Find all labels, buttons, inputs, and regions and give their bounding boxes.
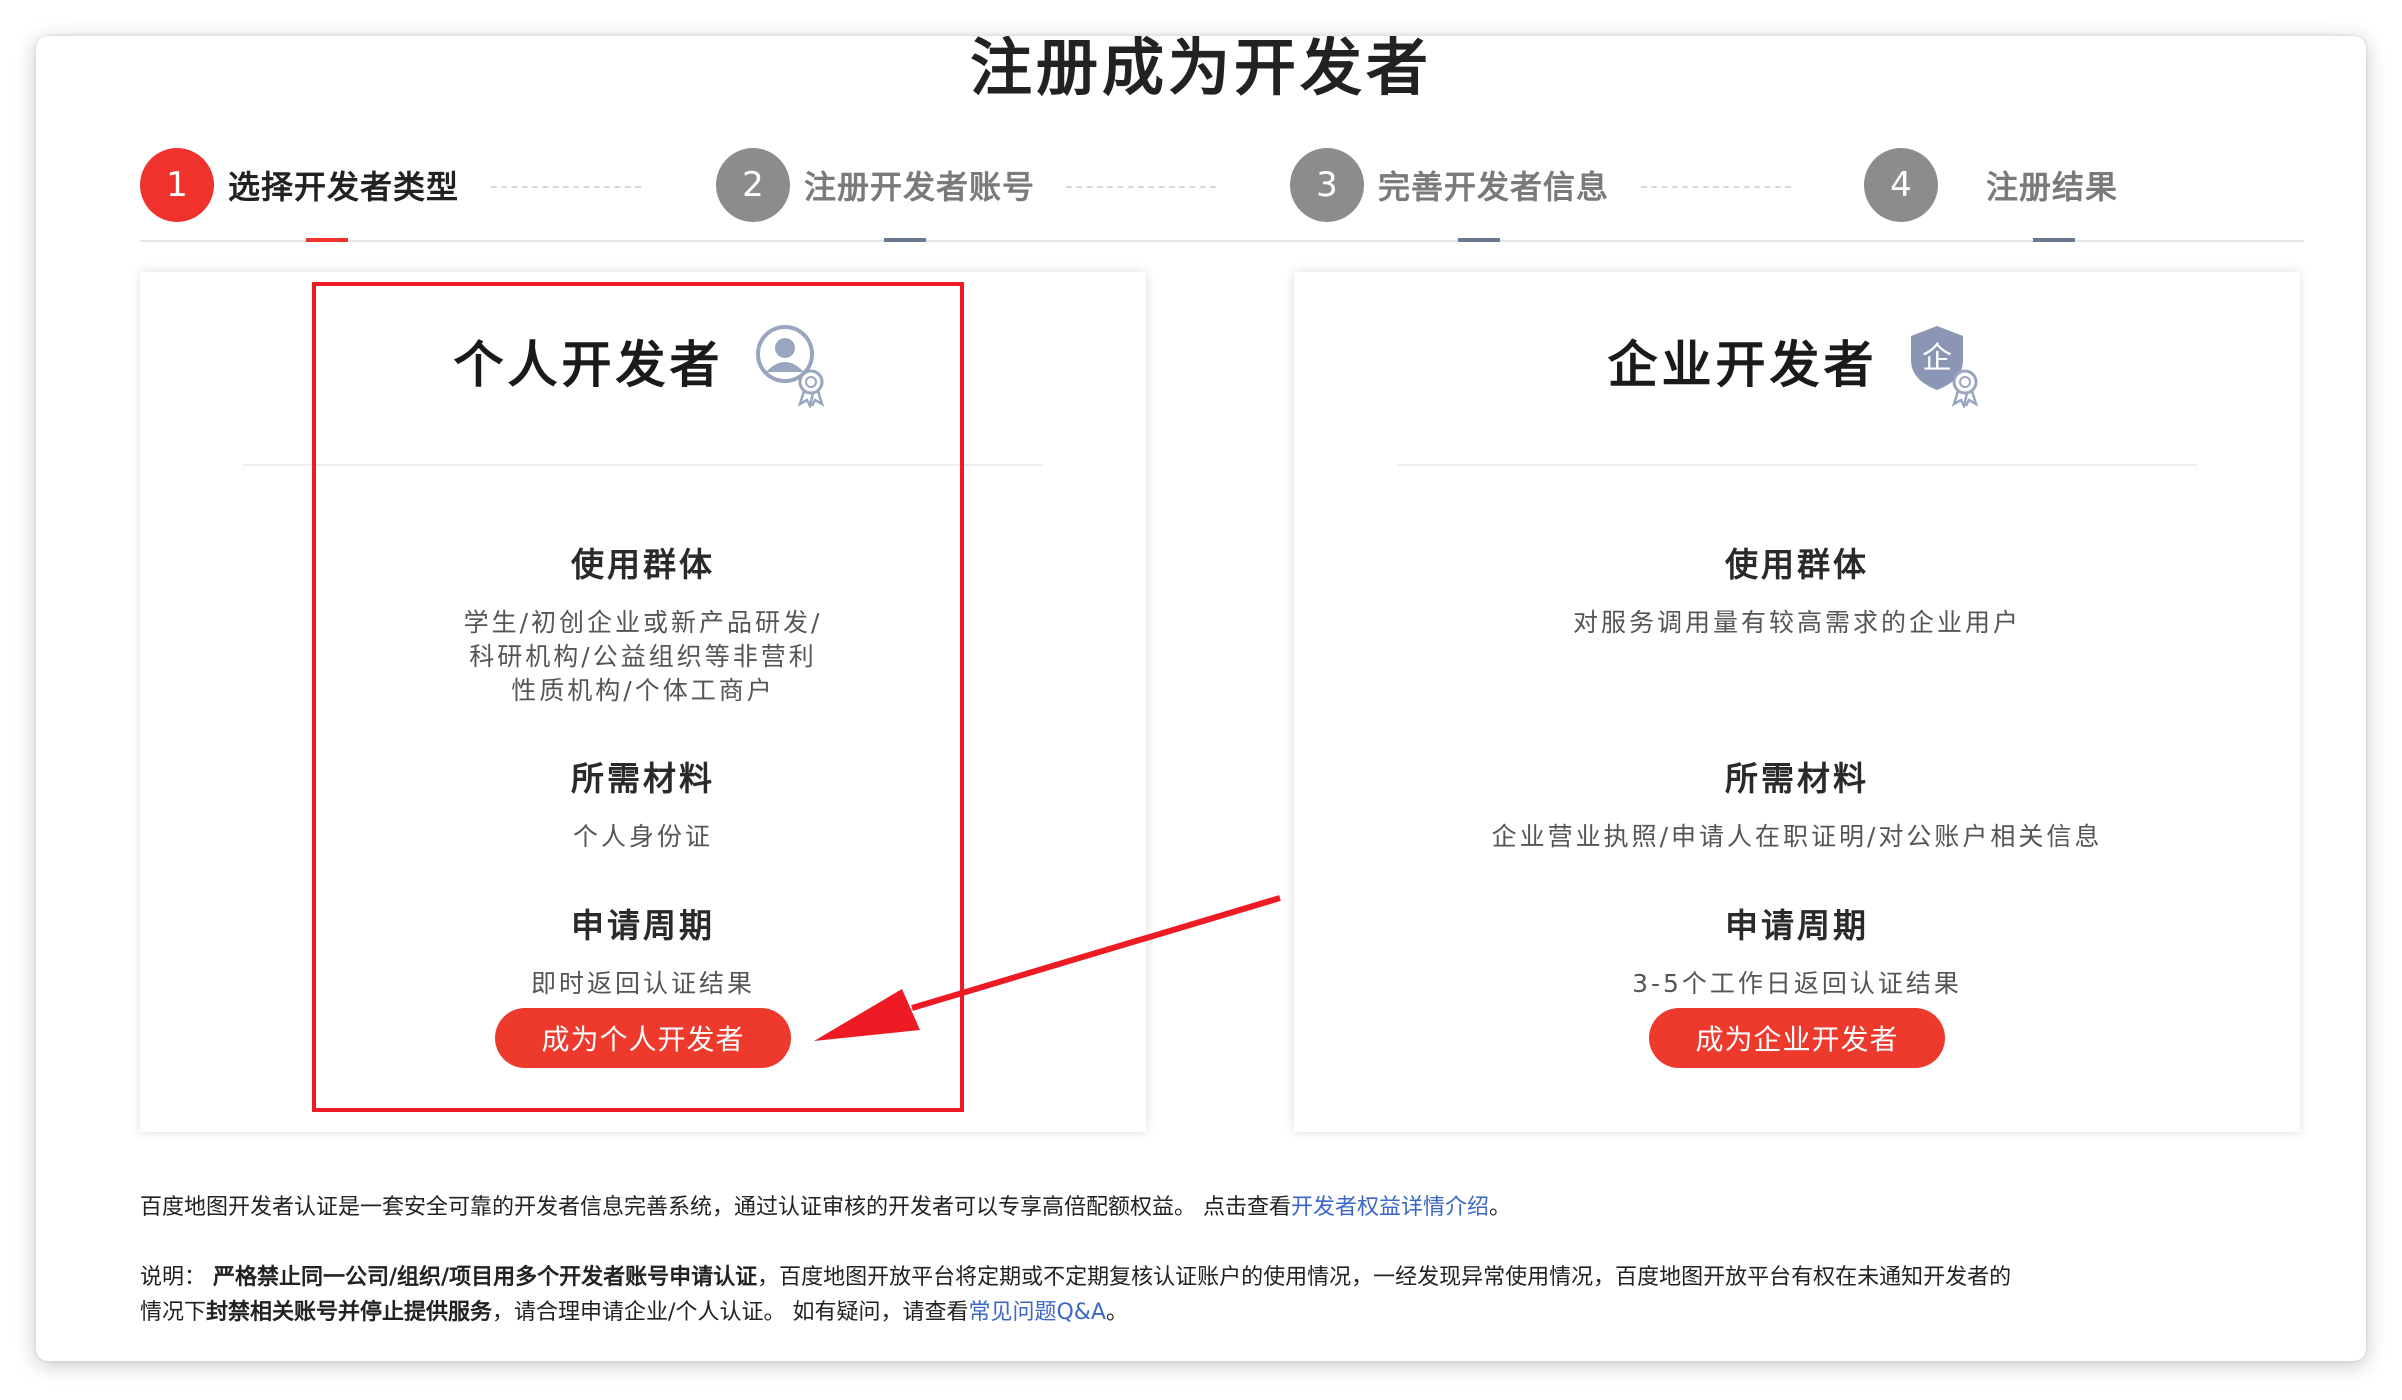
step-connector xyxy=(1066,186,1216,188)
become-personal-developer-button[interactable]: 成为个人开发者 xyxy=(495,1008,791,1068)
section-heading: 所需材料 xyxy=(1725,759,1869,798)
benefits-detail-link[interactable]: 开发者权益详情介绍 xyxy=(1291,1195,1489,1220)
section-heading: 申请周期 xyxy=(1725,906,1869,945)
enterprise-developer-card: 企业开发者 企 使用群体 对服务调用量有较高需求的企业用户 所需材料 企业营业执… xyxy=(1294,272,2300,1132)
section-heading: 申请周期 xyxy=(571,906,715,945)
page-title: 注册成为开发者 xyxy=(969,36,1432,104)
step-3-indicator xyxy=(1458,238,1500,242)
note-text: 情况下 xyxy=(140,1300,207,1325)
step-4: 4 注册结果 xyxy=(1864,148,2118,222)
personal-period-section: 申请周期 即时返回认证结果 xyxy=(140,899,1146,1001)
section-heading: 所需材料 xyxy=(571,759,715,798)
step-1-number: 1 xyxy=(140,148,214,222)
personal-audience-section: 使用群体 学生/初创企业或新产品研发/ 科研机构/公益组织等非营利 性质机构/个… xyxy=(140,538,1146,708)
note-label: 说明： xyxy=(140,1265,207,1290)
note-bold-text: 封禁相关账号并停止提供服务 xyxy=(206,1300,493,1325)
enterprise-shield-icon: 企 xyxy=(1907,322,1987,410)
section-line: 学生/初创企业或新产品研发/ xyxy=(463,608,823,637)
card-divider xyxy=(243,464,1043,466)
footer-intro-end: 。 xyxy=(1489,1195,1512,1220)
become-enterprise-developer-button[interactable]: 成为企业开发者 xyxy=(1649,1008,1945,1068)
note-text: ，百度地图开放平台将定期或不定期复核认证账户的使用情况，一经发现异常使用情况，百… xyxy=(757,1265,2012,1290)
section-line: 企业营业执照/申请人在职证明/对公账户相关信息 xyxy=(1491,822,2103,851)
browser-window: 注册成为开发者 1 选择开发者类型 2 注册开发者账号 3 完善开发者信息 4 … xyxy=(36,36,2366,1361)
footer-intro: 百度地图开发者认证是一套安全可靠的开发者信息完善系统，通过认证审核的开发者可以专… xyxy=(140,1190,1511,1226)
note-bold-text: 严格禁止同一公司/组织/项目用多个开发者账号申请认证 xyxy=(213,1265,758,1290)
step-1-indicator xyxy=(306,238,348,242)
step-2-indicator xyxy=(884,238,926,242)
enterprise-card-header: 企业开发者 企 xyxy=(1294,320,2300,410)
enterprise-materials-section: 所需材料 企业营业执照/申请人在职证明/对公账户相关信息 xyxy=(1294,752,2300,854)
section-line: 即时返回认证结果 xyxy=(530,969,755,998)
section-line: 个人身份证 xyxy=(572,822,713,851)
section-text: 企业营业执照/申请人在职证明/对公账户相关信息 xyxy=(1294,820,2300,854)
step-2-label: 注册开发者账号 xyxy=(804,168,1036,206)
section-line: 3-5个工作日返回认证结果 xyxy=(1632,969,1962,998)
footer-note-line-2: 情况下封禁相关账号并停止提供服务，请合理申请企业/个人认证。 如有疑问，请查看常… xyxy=(140,1295,1128,1331)
step-3-label: 完善开发者信息 xyxy=(1378,168,1610,206)
section-text: 学生/初创企业或新产品研发/ 科研机构/公益组织等非营利 性质机构/个体工商户 xyxy=(140,606,1146,708)
footer-note-line-1: 说明： 严格禁止同一公司/组织/项目用多个开发者账号申请认证，百度地图开放平台将… xyxy=(140,1260,2011,1296)
section-text: 3-5个工作日返回认证结果 xyxy=(1294,967,2300,1001)
note-text: ，请合理申请企业/个人认证。 如有疑问，请查看 xyxy=(492,1300,969,1325)
footer-intro-text: 百度地图开发者认证是一套安全可靠的开发者信息完善系统，通过认证审核的开发者可以专… xyxy=(140,1195,1291,1220)
section-heading: 使用群体 xyxy=(1725,545,1869,584)
section-text: 即时返回认证结果 xyxy=(140,967,1146,1001)
section-line: 对服务调用量有较高需求的企业用户 xyxy=(1572,608,2021,637)
step-2: 2 注册开发者账号 xyxy=(716,148,1035,222)
enterprise-card-title: 企业开发者 xyxy=(1607,336,1878,394)
section-heading: 使用群体 xyxy=(571,545,715,584)
step-3-number: 3 xyxy=(1290,148,1364,222)
note-end: 。 xyxy=(1105,1300,1128,1325)
section-text: 对服务调用量有较高需求的企业用户 xyxy=(1294,606,2300,640)
personal-materials-section: 所需材料 个人身份证 xyxy=(140,752,1146,854)
step-4-label: 注册结果 xyxy=(1986,168,2119,206)
section-text: 个人身份证 xyxy=(140,820,1146,854)
step-2-number: 2 xyxy=(716,148,790,222)
personal-card-title: 个人开发者 xyxy=(453,336,724,394)
step-1-label: 选择开发者类型 xyxy=(228,168,460,206)
svg-text:企: 企 xyxy=(1922,341,1952,376)
step-connector xyxy=(1641,186,1791,188)
step-3: 3 完善开发者信息 xyxy=(1290,148,1609,222)
stepper-baseline xyxy=(140,240,2304,242)
enterprise-audience-section: 使用群体 对服务调用量有较高需求的企业用户 xyxy=(1294,538,2300,640)
personal-certified-icon xyxy=(753,322,833,410)
card-divider xyxy=(1397,464,2197,466)
section-line: 性质机构/个体工商户 xyxy=(511,676,775,705)
personal-developer-card: 个人开发者 使用群体 学生/初创企业或新产品研发/ 科研机构/公益组织等非营利 xyxy=(140,272,1146,1132)
section-line: 科研机构/公益组织等非营利 xyxy=(469,642,817,671)
step-connector xyxy=(491,186,641,188)
personal-card-header: 个人开发者 xyxy=(140,320,1146,410)
step-4-number: 4 xyxy=(1864,148,1938,222)
step-1: 1 选择开发者类型 xyxy=(140,148,459,222)
enterprise-period-section: 申请周期 3-5个工作日返回认证结果 xyxy=(1294,899,2300,1001)
step-4-indicator xyxy=(2033,238,2075,242)
faq-link[interactable]: 常见问题Q&A xyxy=(968,1300,1106,1325)
